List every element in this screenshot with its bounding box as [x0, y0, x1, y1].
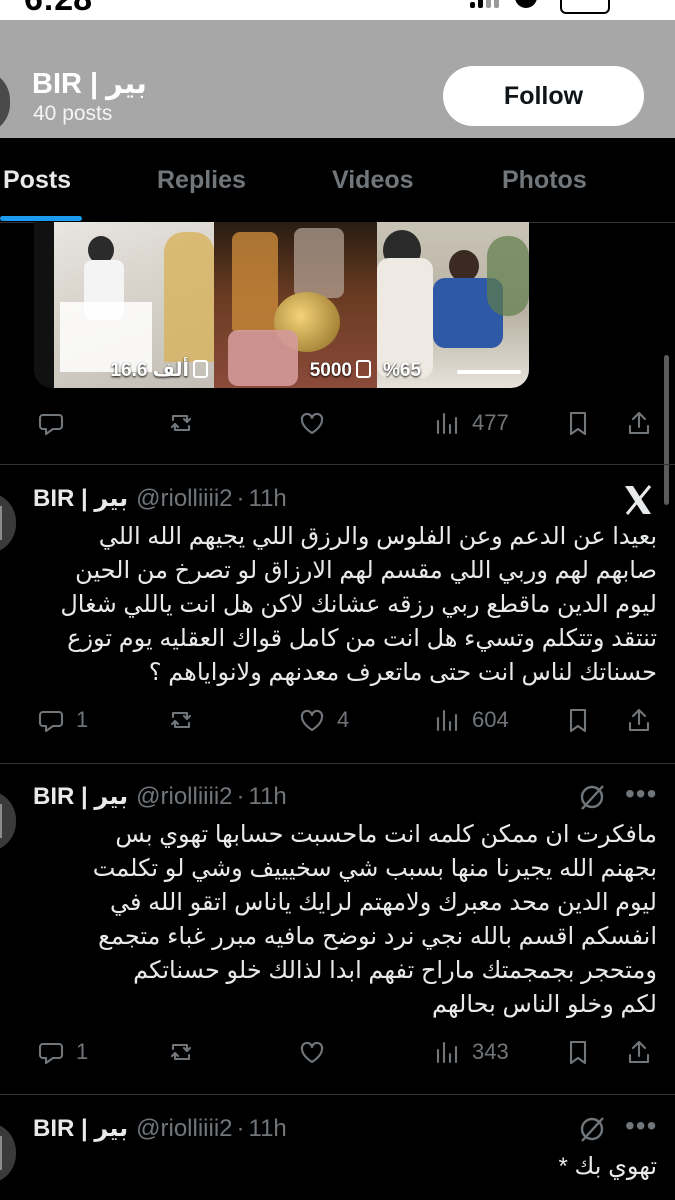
bar-chart-icon [436, 709, 458, 732]
reply-button[interactable] [36, 403, 76, 443]
media-thumb-2[interactable]: 5000 [214, 222, 379, 388]
divider [0, 1094, 675, 1095]
more-dots-icon[interactable]: ••• [625, 778, 657, 810]
profile-name: BIR | بير [32, 68, 147, 100]
views-button[interactable]: 477 [432, 403, 509, 443]
repost-button[interactable] [166, 1032, 206, 1072]
author-handle: @riolliiii2 [136, 1115, 233, 1142]
post-time: 11h [248, 1115, 287, 1142]
x-logo-icon [625, 485, 652, 515]
media-thumb-3[interactable]: %65 [377, 222, 529, 388]
post-text: تهوي بك * [558, 1153, 657, 1180]
bookmark-button[interactable] [563, 700, 593, 740]
share-icon [628, 708, 650, 732]
reply-button[interactable]: 1 [36, 700, 88, 740]
repost-button[interactable] [166, 403, 206, 443]
author-name: BIR | بير [33, 485, 129, 512]
profile-tabs: Posts Replies Videos Photos [0, 138, 675, 223]
post-text: مافكرت ان ممكن كلمه انت ماحسبت حسابها ته… [92, 821, 657, 1018]
reply-button[interactable]: 1 [36, 1032, 88, 1072]
author-name: BIR | بير [33, 783, 129, 810]
like-button[interactable] [297, 403, 337, 443]
status-time: 6:28 [24, 0, 92, 19]
heart-icon [300, 709, 324, 732]
share-button[interactable] [624, 1032, 654, 1072]
author-handle: @riolliiii2 [136, 485, 233, 512]
bookmark-button[interactable] [563, 1032, 593, 1072]
cellular-signal-icon [470, 0, 510, 8]
like-button[interactable] [297, 1032, 337, 1072]
share-icon [628, 1040, 650, 1064]
heart-icon [300, 412, 324, 435]
like-button[interactable]: 4 [297, 700, 349, 740]
post-2-actions: 1 343 [0, 1032, 675, 1072]
tab-posts[interactable]: Posts [3, 166, 71, 195]
bar-chart-icon [436, 412, 458, 435]
speech-bubble-icon [38, 413, 64, 436]
play-icon [193, 360, 208, 378]
posts-count: 40 posts [33, 102, 113, 125]
media-thumb-1-label: 16.6 ألف [110, 359, 208, 382]
profile-header: BIR | بير 40 posts Follow [0, 20, 675, 138]
heart-icon [300, 1041, 324, 1064]
active-tab-indicator [0, 216, 82, 221]
bookmark-icon [569, 1040, 587, 1065]
post-1-actions: 1 4 604 [0, 700, 675, 740]
share-icon [628, 411, 650, 435]
views-button[interactable]: 343 [432, 1032, 509, 1072]
bookmark-icon [569, 708, 587, 733]
tab-replies[interactable]: Replies [157, 166, 246, 195]
share-button[interactable] [624, 700, 654, 740]
tab-videos[interactable]: Videos [332, 166, 414, 195]
media-carousel[interactable]: 16.6 ألف 5000 %65 [34, 222, 529, 388]
post-text: بعيدا عن الدعم وعن الفلوس والرزق اللي يج… [60, 523, 657, 686]
battery-icon [560, 0, 610, 14]
avatar[interactable] [0, 492, 16, 554]
repost-arrows-icon [170, 711, 192, 729]
speech-bubble-icon [38, 710, 64, 733]
post-0-actions: 477 [0, 403, 675, 443]
profile-avatar[interactable] [0, 70, 10, 134]
bar-chart-icon [436, 1041, 458, 1064]
more-dots-icon[interactable]: ••• [625, 1110, 657, 1142]
grok-icon[interactable] [577, 1114, 607, 1144]
post-meta: BIR | بير @riolliiii2 · 11h [33, 1115, 287, 1142]
author-name: BIR | بير [33, 1115, 129, 1142]
status-bar: 6:28 [0, 0, 675, 20]
play-icon [356, 360, 371, 378]
author-handle: @riolliiii2 [136, 783, 233, 810]
tab-photos[interactable]: Photos [502, 166, 587, 195]
media-thumb-3-label: %65 [383, 360, 422, 381]
bookmark-icon [569, 411, 587, 436]
divider [0, 763, 675, 764]
divider [0, 464, 675, 465]
bookmark-button[interactable] [563, 403, 593, 443]
avatar[interactable] [0, 1122, 16, 1184]
avatar[interactable] [0, 790, 16, 852]
views-button[interactable]: 604 [432, 700, 509, 740]
repost-button[interactable] [166, 700, 206, 740]
media-thumb-1[interactable]: 16.6 ألف [54, 222, 216, 388]
wifi-icon [515, 0, 537, 8]
share-button[interactable] [624, 403, 654, 443]
grok-icon[interactable] [577, 782, 607, 812]
post-meta: BIR | بير @riolliiii2 · 11h [33, 783, 287, 810]
post-time: 11h [248, 485, 287, 512]
follow-button[interactable]: Follow [443, 66, 644, 126]
post-meta: BIR | بير @riolliiii2 · 11h [33, 485, 287, 512]
repost-arrows-icon [170, 1043, 192, 1061]
media-thumb-2-label: 5000 [310, 360, 371, 382]
repost-arrows-icon [170, 414, 192, 432]
post-time: 11h [248, 783, 287, 810]
speech-bubble-icon [38, 1042, 64, 1065]
